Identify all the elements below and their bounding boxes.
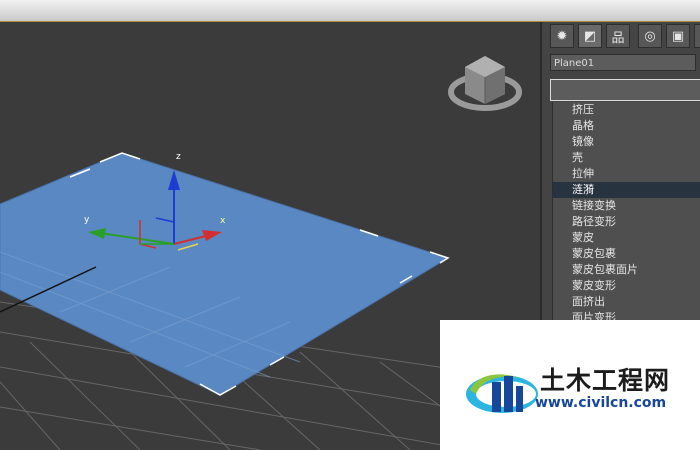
command-panel-tabs: ✹ ◩ 品 ◎ ▣ ⁄ bbox=[546, 22, 700, 50]
modify-icon[interactable]: ◩ bbox=[578, 24, 602, 48]
modifier-list-item[interactable]: 面挤出 bbox=[553, 294, 700, 310]
watermark-site-name: 土木工程网 bbox=[540, 366, 671, 395]
modifier-list-item[interactable]: 拉伸 bbox=[553, 166, 700, 182]
gizmo-x-label: x bbox=[220, 216, 226, 226]
object-name-field[interactable]: Plane01 bbox=[550, 54, 696, 71]
sun-icon[interactable]: ✹ bbox=[550, 24, 574, 48]
hierarchy-icon[interactable]: 品 bbox=[606, 24, 630, 48]
modifier-list-item[interactable]: 蒙皮包裹 bbox=[553, 246, 700, 262]
modifier-list-item[interactable]: 面片变形 bbox=[553, 310, 700, 320]
modifier-list-item[interactable]: 链接变换 bbox=[553, 198, 700, 214]
modifier-list-item[interactable]: 镜像 bbox=[553, 134, 700, 150]
modifier-list-item[interactable]: 挤压 bbox=[553, 102, 700, 118]
viewcube[interactable] bbox=[448, 56, 522, 111]
gizmo-z-label: z bbox=[176, 152, 181, 162]
modifier-list-item[interactable]: 晶格 bbox=[553, 118, 700, 134]
modifier-list-item[interactable]: 蒙皮变形 bbox=[553, 278, 700, 294]
modifier-list-item[interactable]: 蒙皮包裹面片 bbox=[553, 262, 700, 278]
gizmo-y-label: y bbox=[84, 215, 90, 225]
modifier-list-item[interactable]: 蒙皮 bbox=[553, 230, 700, 246]
modifier-list-item[interactable]: 壳 bbox=[553, 150, 700, 166]
modifier-list[interactable]: 挤压 晶格 镜像壳拉伸 涟漪 链接变换 路径变形 蒙皮 蒙皮包裹 蒙皮包裹面片 蒙皮变形 面挤出 面片… bbox=[552, 102, 700, 320]
utilities-icon[interactable]: ⁄ bbox=[694, 24, 700, 48]
modifier-list-item[interactable]: 涟漪 bbox=[553, 182, 700, 198]
window-title-bar bbox=[0, 0, 700, 22]
motion-icon[interactable]: ◎ bbox=[638, 24, 662, 48]
watermark-logo bbox=[466, 374, 538, 413]
display-icon[interactable]: ▣ bbox=[666, 24, 690, 48]
watermark: 土木工程网 www.civilcn.com bbox=[440, 320, 700, 450]
modifier-list-item[interactable]: 路径变形 bbox=[553, 214, 700, 230]
modifier-list-dropdown[interactable] bbox=[550, 79, 700, 101]
watermark-url: www.civilcn.com bbox=[535, 395, 667, 411]
